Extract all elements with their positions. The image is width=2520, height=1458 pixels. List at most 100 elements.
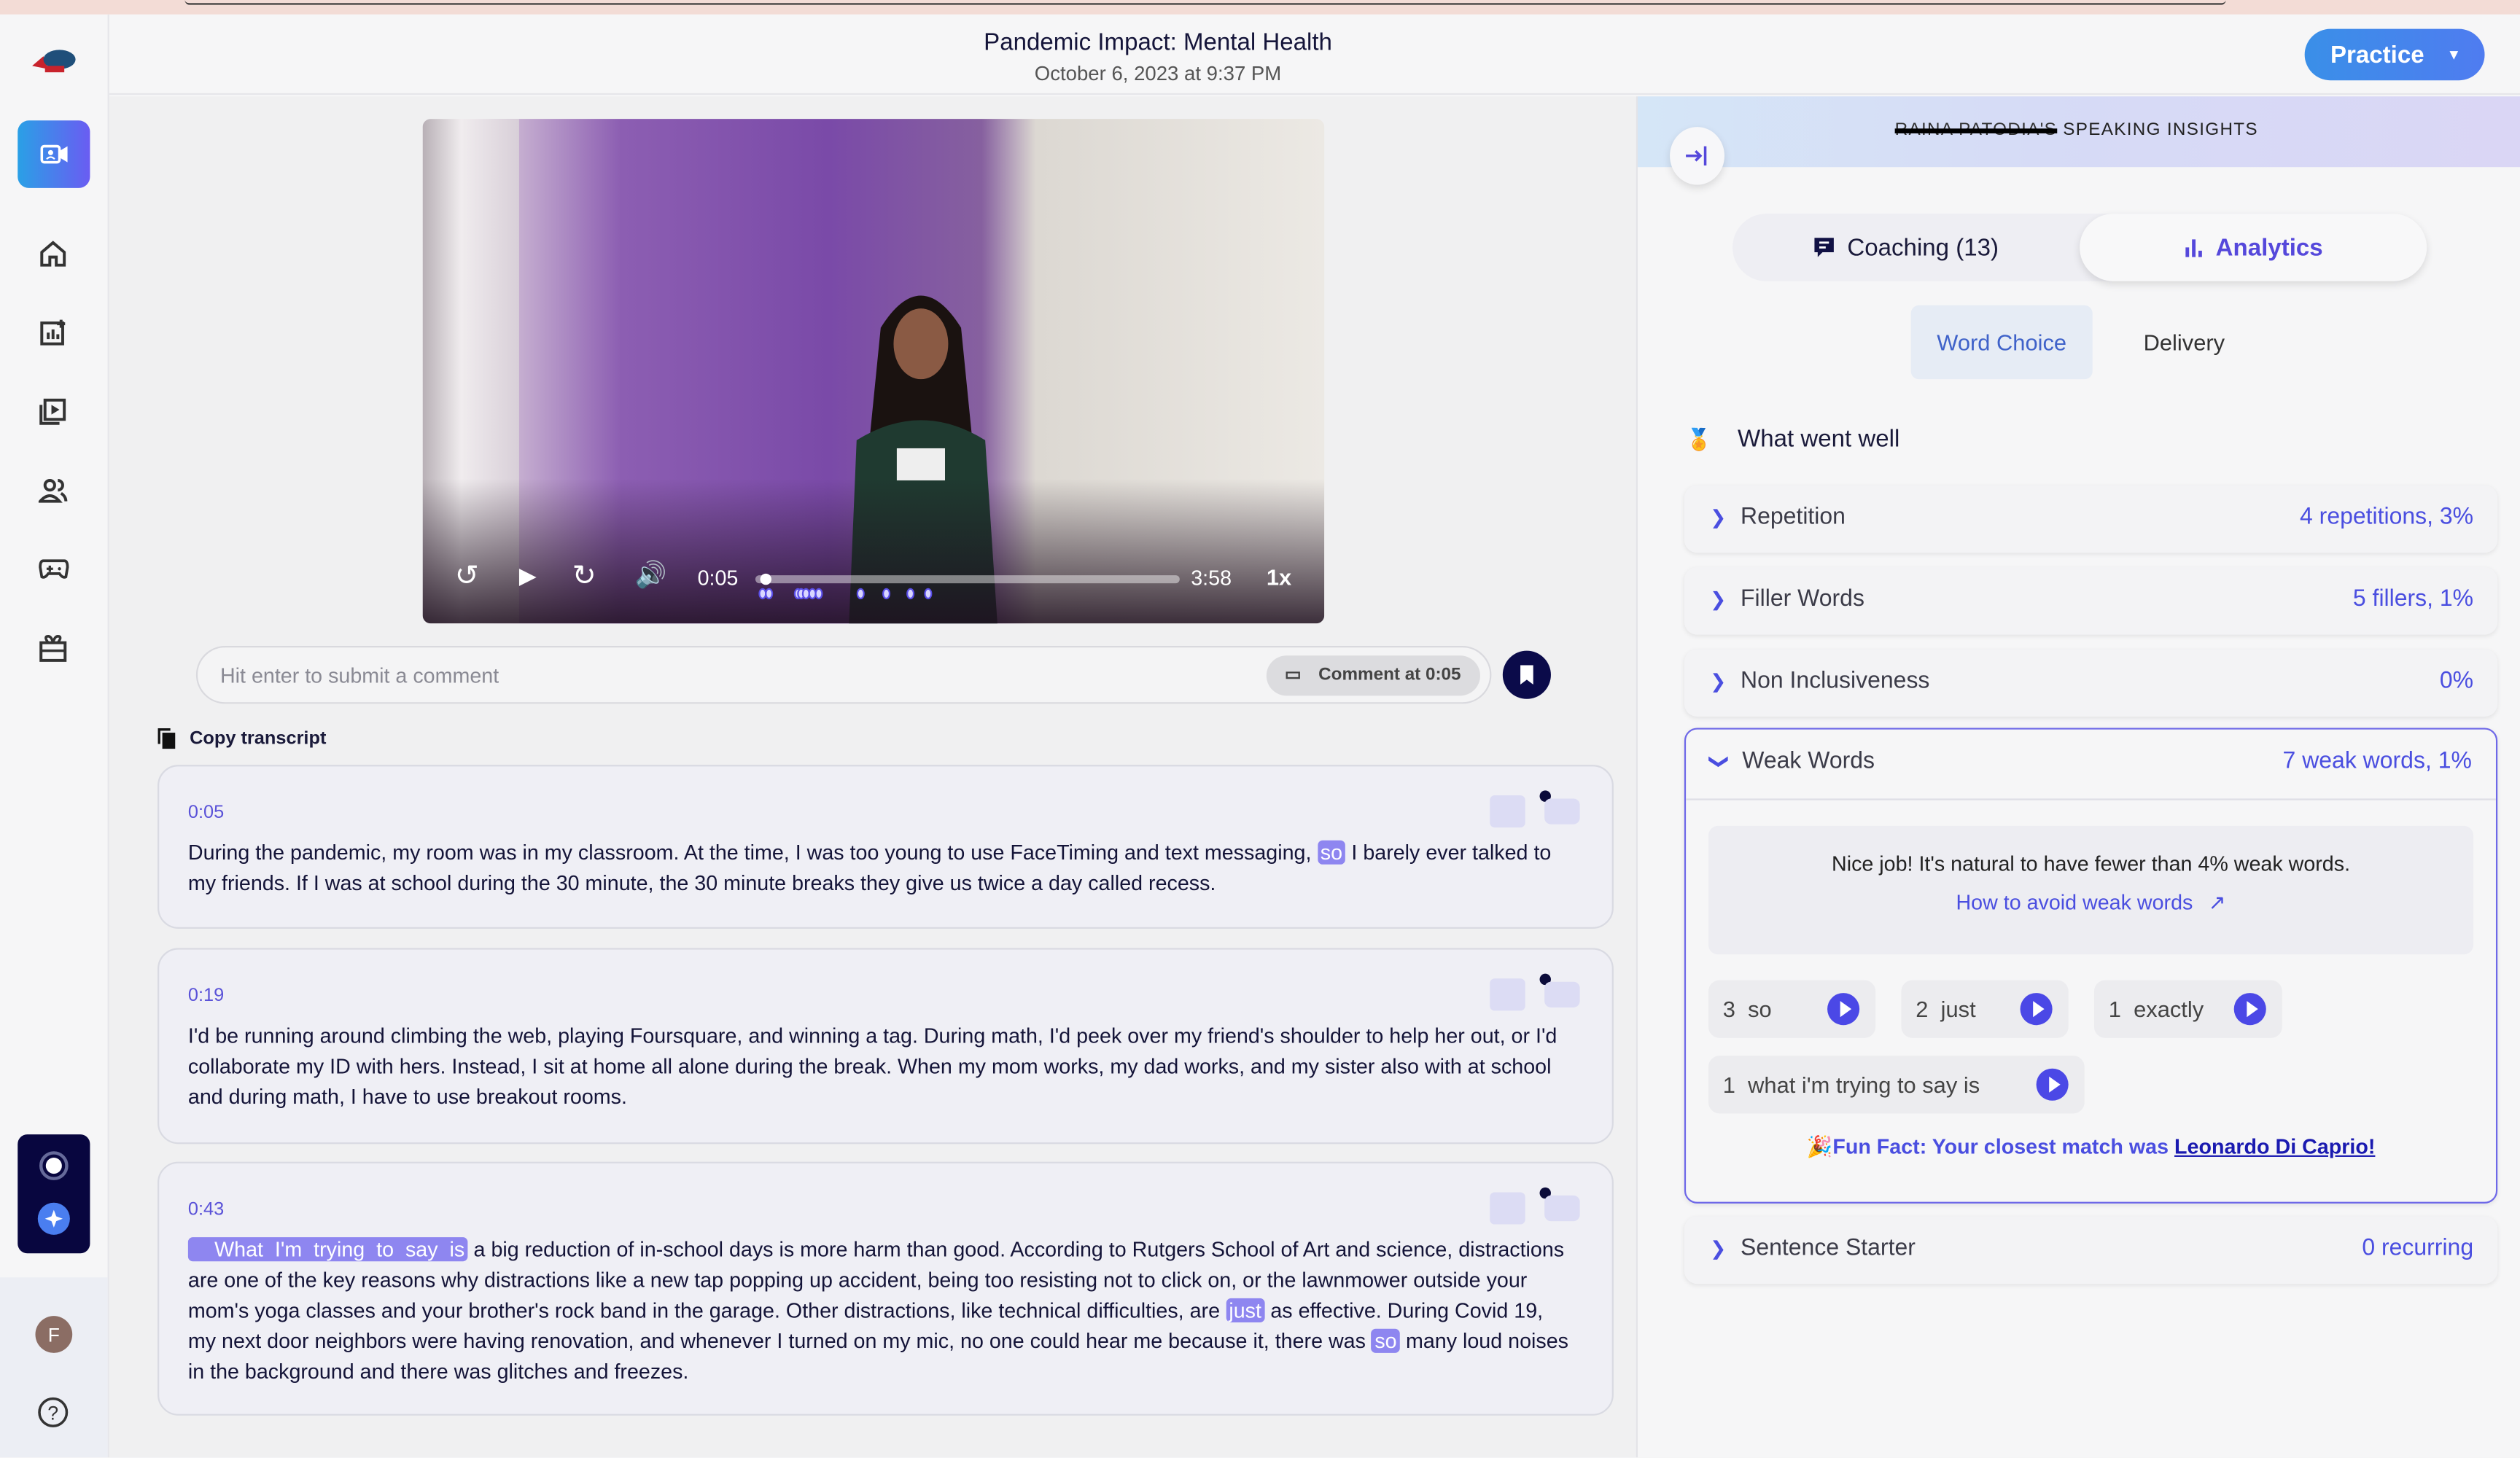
chip-count: 3 [1722, 996, 1735, 1022]
transcript-segment[interactable]: 0:05 During the pandemic, my room was in … [158, 765, 1614, 929]
segment-timestamp[interactable]: 0:19 [188, 986, 224, 1005]
accordion-repetition[interactable]: ❯ Repetition 4 repetitions, 3% [1684, 485, 2498, 553]
comment-marker[interactable] [857, 588, 866, 600]
comment-marker[interactable] [764, 588, 773, 600]
forward-5-icon[interactable]: ↻ [572, 559, 596, 593]
chevron-right-icon: ❯ [1710, 588, 1727, 611]
ai-assistant-panel [18, 1134, 90, 1254]
segment-timestamp[interactable]: 0:43 [188, 1200, 224, 1219]
play-icon[interactable] [2036, 1068, 2069, 1101]
accordion-sentence-starter[interactable]: ❯ Sentence Starter 0 recurring [1684, 1216, 2498, 1284]
logo-icon[interactable] [29, 44, 77, 79]
row-value: 0% [2439, 668, 2474, 695]
video-player[interactable]: ↺ ▶ ↻ 🔊 0:05 3:58 1x [422, 119, 1325, 624]
sidebar-item-reports[interactable] [35, 315, 70, 350]
highlighted-weak-word[interactable]: so [1317, 840, 1346, 865]
segment-tools [1490, 972, 1583, 1011]
sidebar-item-record[interactable] [18, 120, 90, 188]
bookmark-icon [1520, 665, 1533, 685]
ai-sparkle-icon[interactable] [37, 1202, 71, 1236]
row-label[interactable]: Weak Words [1742, 749, 1875, 774]
accordion-weak-words: ❯ Weak Words 7 weak words, 1% Nice job! It… [1684, 728, 2498, 1204]
edit-icon[interactable] [1490, 978, 1525, 1011]
progress-bar[interactable] [755, 572, 1180, 585]
comment-icon[interactable] [1544, 798, 1580, 824]
subtab-delivery[interactable]: Delivery [2104, 305, 2264, 379]
chevron-right-icon: ❯ [1710, 506, 1727, 529]
subtab-word-choice[interactable]: Word Choice [1910, 305, 2093, 380]
page-subtitle: October 6, 2023 at 9:37 PM [1034, 62, 1282, 85]
weak-word-chip[interactable]: 1 what i'm trying to say is [1708, 1056, 2085, 1114]
play-icon[interactable] [2020, 993, 2053, 1026]
playback-speed[interactable]: 1x [1267, 564, 1291, 590]
transcript-segment[interactable]: 0:43 What I'm trying to say is a big red… [158, 1161, 1614, 1416]
page-title: Pandemic Impact: Mental Health [984, 28, 1332, 57]
copy-transcript-button[interactable]: Copy transcript [158, 728, 326, 750]
help-icon[interactable]: ? [37, 1396, 69, 1428]
practice-button[interactable]: Practice ▼ [2304, 28, 2485, 81]
comment-icon[interactable] [1544, 1195, 1580, 1222]
play-icon[interactable] [2233, 993, 2266, 1026]
accordion-filler-words[interactable]: ❯ Filler Words 5 fillers, 1% [1684, 567, 2498, 635]
avoid-weak-words-link[interactable]: How to avoid weak words ↗ [1708, 890, 2473, 916]
comment-marker[interactable] [923, 588, 932, 600]
comment-input[interactable]: Hit enter to submit a comment ▭ Comment a… [195, 646, 1492, 704]
edit-icon[interactable] [1490, 795, 1525, 828]
sidebar-item-rewards[interactable] [35, 630, 70, 665]
volume-icon[interactable]: 🔊 [635, 559, 667, 591]
avatar-initial: F [47, 1323, 60, 1346]
comment-icon: ▭ [1284, 665, 1302, 685]
avatar[interactable]: F [35, 1316, 73, 1353]
sidebar-item-users[interactable] [35, 472, 70, 507]
transcript-segment[interactable]: 0:19 I'd be running around climbing the w… [158, 948, 1614, 1145]
highlighted-weak-word[interactable]: just [1225, 1298, 1265, 1322]
page-header: Pandemic Impact: Mental Health October 6… [109, 14, 2520, 95]
chip-word: what i'm trying to say is [1748, 1072, 1980, 1098]
segment-timestamp[interactable]: 0:05 [188, 803, 224, 822]
tab-analytics[interactable]: Analytics [2080, 214, 2427, 281]
copy-transcript-label: Copy transcript [190, 729, 327, 749]
weak-word-chip[interactable]: 2 just [1901, 980, 2069, 1038]
caret-down-icon: ▼ [2446, 46, 2462, 63]
sidebar-item-home[interactable] [35, 236, 70, 271]
tab-coaching[interactable]: Coaching (13) [1732, 214, 2080, 281]
record-toggle-icon[interactable] [39, 1150, 69, 1181]
sidebar-item-games[interactable] [35, 551, 70, 586]
weak-word-chip[interactable]: 3 so [1708, 980, 1876, 1038]
comment-marker[interactable] [882, 588, 891, 600]
collapse-panel-button[interactable] [1670, 127, 1724, 185]
rewind-5-icon[interactable]: ↺ [455, 559, 479, 593]
edit-icon[interactable] [1490, 1192, 1525, 1225]
sidebar-item-library[interactable] [35, 394, 70, 429]
closest-match-link[interactable]: Leonardo Di Caprio! [2174, 1134, 2375, 1158]
highlighted-weak-word[interactable]: so [1371, 1328, 1401, 1353]
video-camera-icon [39, 144, 67, 164]
transcript-text: During the pandemic, my room was in my c… [187, 840, 1318, 865]
play-icon[interactable] [1827, 993, 1860, 1026]
duration: 3:58 [1191, 565, 1232, 590]
comment-at-button[interactable]: ▭ Comment at 0:05 [1267, 655, 1480, 696]
sidebar: F ? [0, 14, 109, 1458]
segment-tools [1490, 1186, 1583, 1225]
tip-text: Nice job! It's natural to have fewer tha… [1832, 851, 2351, 876]
comment-marker[interactable] [815, 588, 824, 600]
progress-knob[interactable] [759, 572, 771, 585]
row-label: Sentence Starter [1741, 1235, 1916, 1262]
highlighted-weak-word[interactable]: What I'm trying to say is [187, 1237, 468, 1262]
comment-icon[interactable] [1544, 981, 1580, 1007]
add-chart-icon [40, 319, 66, 346]
accordion-non-inclusiveness[interactable]: ❯ Non Inclusiveness 0% [1684, 649, 2498, 717]
play-icon[interactable]: ▶ [519, 562, 537, 589]
chip-count: 1 [2108, 996, 2121, 1022]
chip-count: 2 [1916, 996, 1929, 1022]
chevron-down-icon[interactable]: ❯ [1708, 754, 1731, 770]
bar-chart-icon [2185, 238, 2202, 257]
weak-word-chip[interactable]: 1 exactly [2093, 980, 2282, 1038]
comment-marker[interactable] [906, 588, 915, 600]
bookmark-button[interactable] [1502, 650, 1551, 699]
row-value: 4 repetitions, 3% [2300, 504, 2474, 531]
chip-count: 1 [1722, 1072, 1735, 1098]
transcript-text: I'd be running around climbing the web, … [187, 1024, 1558, 1109]
row-label: Repetition [1741, 504, 1846, 531]
sidebar-bottom [0, 1277, 108, 1458]
